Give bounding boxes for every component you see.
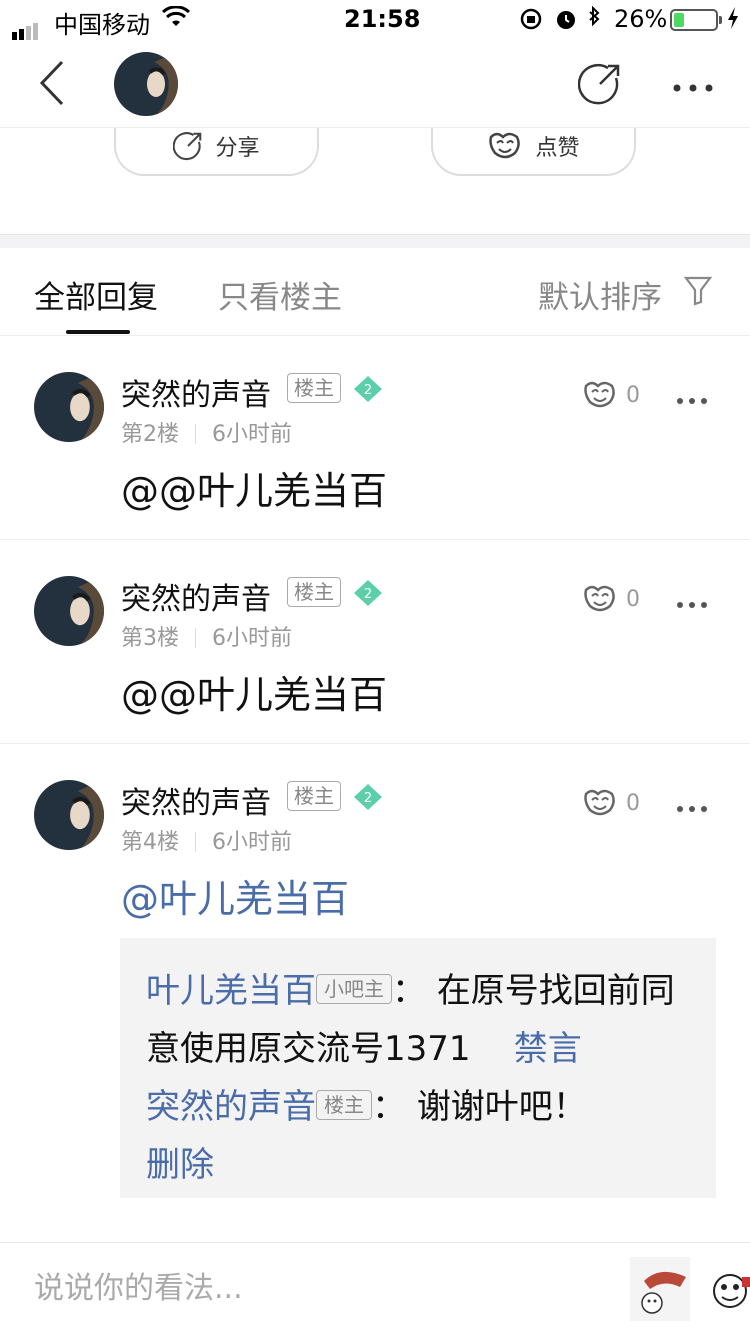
owner-badge: 楼主 xyxy=(287,373,341,403)
tab-all-replies[interactable]: 全部回复 xyxy=(34,272,158,317)
reply-post: 突然的声音 楼主 2 第3楼 6小时前 0 @@叶儿羌当百 xyxy=(0,540,750,744)
battery-percent: 26% xyxy=(614,5,668,33)
post-content[interactable]: @叶儿羌当百 xyxy=(121,868,349,923)
post-content: @@叶儿羌当百 xyxy=(121,673,388,717)
sub-reply-colon: ： xyxy=(372,1087,406,1127)
like-count: 0 xyxy=(626,790,640,816)
gem-icon: 2 xyxy=(352,374,384,408)
post-meta: 第2楼 6小时前 xyxy=(121,416,292,448)
username[interactable]: 突然的声音 xyxy=(121,370,271,414)
post-meta: 第4楼 6小时前 xyxy=(121,824,292,856)
more-icon[interactable] xyxy=(676,798,708,817)
like-button[interactable]: 0 xyxy=(582,788,640,818)
post-actions: 分享 点赞 xyxy=(0,118,750,234)
like-button[interactable]: 0 xyxy=(582,380,640,410)
comment-input[interactable] xyxy=(34,1263,594,1313)
sub-reply-user[interactable]: 突然的声音 xyxy=(146,1087,316,1127)
charging-icon xyxy=(726,6,740,36)
gem-icon: 2 xyxy=(352,782,384,816)
post-time: 6小时前 xyxy=(212,422,292,447)
share-icon xyxy=(173,132,202,161)
section-divider xyxy=(0,234,750,248)
username[interactable]: 突然的声音 xyxy=(121,778,271,822)
avatar[interactable] xyxy=(34,576,104,646)
sub-reply-text: 谢谢叶吧！ xyxy=(416,1087,587,1127)
like-label: 点赞 xyxy=(535,136,580,161)
delete-button[interactable]: 删除 xyxy=(146,1145,214,1185)
gem-icon: 2 xyxy=(352,578,384,612)
nav-bar xyxy=(0,40,750,128)
username[interactable]: 突然的声音 xyxy=(121,574,271,618)
sub-reply-user[interactable]: 叶儿羌当百 xyxy=(146,971,316,1011)
reply-tabs: 全部回复 只看楼主 默认排序 xyxy=(0,248,750,336)
comment-bar xyxy=(0,1242,750,1334)
carrier-label: 中国移动 xyxy=(54,11,150,39)
like-icon xyxy=(489,132,521,159)
sticker-icon[interactable] xyxy=(630,1257,690,1321)
like-icon xyxy=(584,585,615,612)
clock-time: 21:58 xyxy=(344,5,421,33)
share-label: 分享 xyxy=(215,136,260,161)
system-icons xyxy=(520,5,610,38)
svg-text:2: 2 xyxy=(364,383,372,398)
like-icon xyxy=(584,381,615,408)
post-time: 6小时前 xyxy=(212,626,292,651)
owner-badge: 楼主 xyxy=(316,1090,372,1120)
owner-badge: 楼主 xyxy=(287,577,341,607)
floor-number: 第3楼 xyxy=(121,626,179,651)
mute-button[interactable]: 禁言 xyxy=(514,1029,582,1069)
signal-icon xyxy=(12,12,40,40)
wifi-icon xyxy=(161,5,191,34)
floor-number: 第2楼 xyxy=(121,422,179,447)
svg-text:2: 2 xyxy=(364,587,372,602)
like-count: 0 xyxy=(626,586,640,612)
tab-owner-only[interactable]: 只看楼主 xyxy=(218,272,342,317)
reply-post: 突然的声音 楼主 2 第2楼 6小时前 0 @@叶儿羌当百 xyxy=(0,336,750,540)
moderator-badge: 小吧主 xyxy=(316,974,392,1004)
avatar[interactable] xyxy=(34,780,104,850)
sort-dropdown[interactable]: 默认排序 xyxy=(538,272,662,317)
active-tab-indicator xyxy=(66,330,130,334)
filter-icon[interactable] xyxy=(683,276,713,310)
sticker-icon[interactable] xyxy=(708,1257,750,1321)
post-meta: 第3楼 6小时前 xyxy=(121,620,292,652)
more-icon[interactable] xyxy=(672,78,714,97)
post-time: 6小时前 xyxy=(212,830,292,855)
avatar[interactable] xyxy=(34,372,104,442)
battery-icon xyxy=(670,9,722,31)
like-count: 0 xyxy=(626,382,640,408)
sub-reply: 叶儿羌当百 小吧主： 在原号找回前同意使用原交流号1371 禁言 xyxy=(146,962,690,1078)
more-icon[interactable] xyxy=(676,594,708,613)
like-icon xyxy=(584,789,615,816)
svg-text:2: 2 xyxy=(364,791,372,806)
sub-reply-colon: ： xyxy=(392,971,426,1011)
sub-replies: 叶儿羌当百 小吧主： 在原号找回前同意使用原交流号1371 禁言 突然的声音 楼主：… xyxy=(120,938,716,1198)
more-icon[interactable] xyxy=(676,390,708,409)
status-bar: 中国移动 21:58 26% xyxy=(0,0,750,40)
back-icon[interactable] xyxy=(38,60,66,110)
post-content: @@叶儿羌当百 xyxy=(121,469,388,513)
avatar[interactable] xyxy=(114,52,178,116)
sub-reply: 突然的声音 楼主： 谢谢叶吧！ 删除 xyxy=(146,1078,690,1194)
owner-badge: 楼主 xyxy=(287,781,341,811)
like-button[interactable]: 0 xyxy=(582,584,640,614)
share-icon[interactable] xyxy=(577,62,622,110)
floor-number: 第4楼 xyxy=(121,830,179,855)
